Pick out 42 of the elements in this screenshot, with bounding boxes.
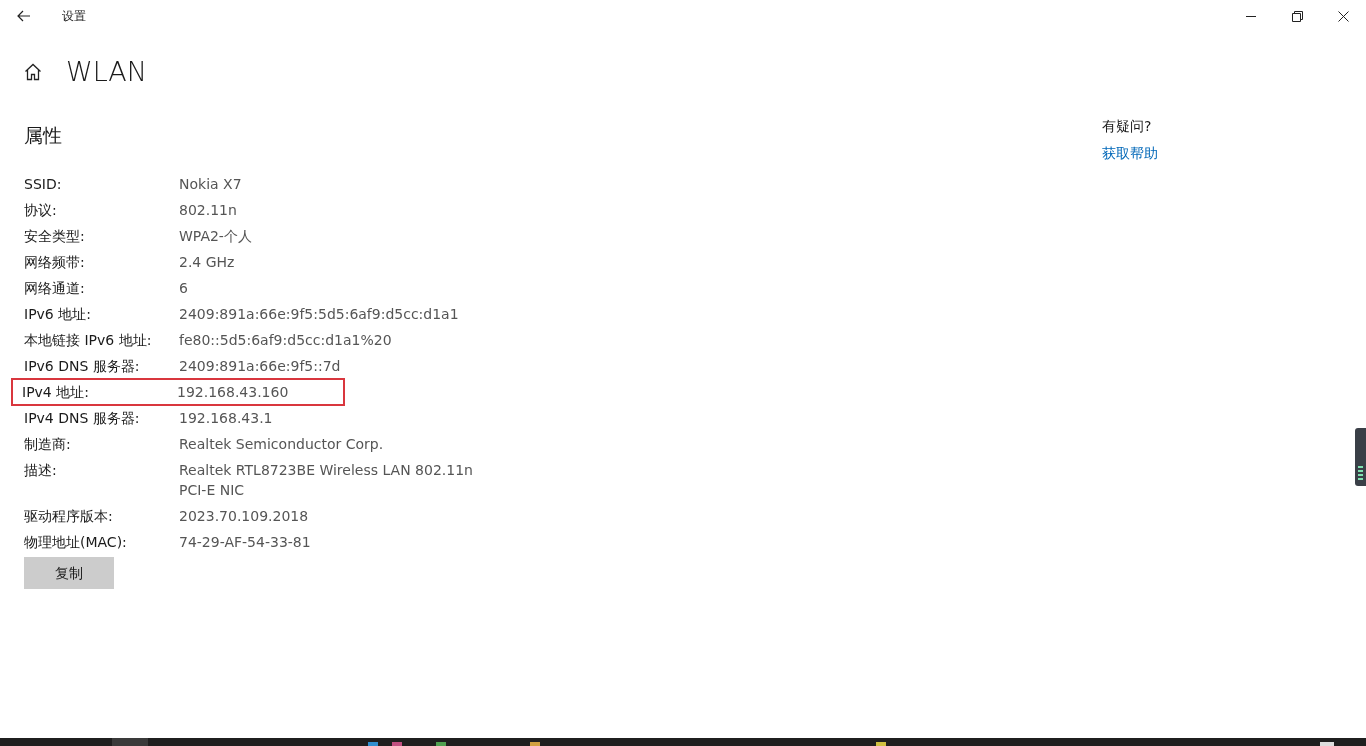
property-value: Nokia X7 [179, 175, 242, 194]
property-label: 网络通道: [24, 279, 86, 298]
property-label: 本地链接 IPv6 地址: [24, 331, 153, 350]
property-label: 驱动程序版本: [24, 507, 114, 526]
home-icon[interactable] [24, 63, 42, 81]
property-value: 2023.70.109.2018 [179, 507, 309, 526]
property-value: 2.4 GHz [179, 253, 235, 272]
page-title: WLAN [66, 54, 148, 89]
help-question: 有疑问? [1102, 117, 1153, 136]
property-value: Realtek RTL8723BE Wireless LAN 802.11n [179, 461, 473, 480]
close-icon [1337, 10, 1349, 22]
restore-icon [1291, 10, 1303, 22]
property-value: Realtek Semiconductor Corp. [179, 435, 384, 454]
side-widget[interactable] [1355, 428, 1366, 486]
property-label: 物理地址(MAC): [24, 533, 128, 552]
property-label: IPv6 地址: [24, 305, 92, 324]
property-value: 74-29-AF-54-33-81 [179, 533, 311, 552]
property-label: 协议: [24, 201, 58, 220]
property-value: 2409:891a:66e:9f5:5d5:6af9:d5cc:d1a1 [179, 305, 459, 324]
property-label: IPv4 DNS 服务器: [24, 409, 141, 428]
property-label: 网络频带: [24, 253, 86, 272]
copy-button[interactable]: 复制 [24, 557, 114, 589]
property-value: 6 [179, 279, 188, 298]
property-label: SSID: [24, 175, 63, 194]
property-label: IPv6 DNS 服务器: [24, 357, 141, 376]
property-label: 描述: [24, 461, 58, 480]
property-value: 192.168.43.160 [177, 383, 289, 402]
property-label: IPv4 地址: [22, 383, 90, 402]
section-title: 属性 [24, 123, 63, 148]
level-meter-icon [1358, 466, 1363, 480]
back-arrow-icon [17, 10, 31, 22]
get-help-link[interactable]: 获取帮助 [1102, 143, 1158, 163]
property-label: 安全类型: [24, 227, 86, 246]
window-title: 设置 [62, 8, 86, 25]
property-label: 制造商: [24, 435, 72, 454]
property-value: PCI-E NIC [179, 481, 246, 500]
property-value: WPA2-个人 [179, 227, 252, 246]
property-value: 802.11n [179, 201, 237, 220]
minimize-icon [1246, 15, 1256, 17]
property-value: 192.168.43.1 [179, 409, 273, 428]
property-value: 2409:891a:66e:9f5::7d [179, 357, 341, 376]
property-value: fe80::5d5:6af9:d5cc:d1a1%20 [179, 331, 392, 350]
